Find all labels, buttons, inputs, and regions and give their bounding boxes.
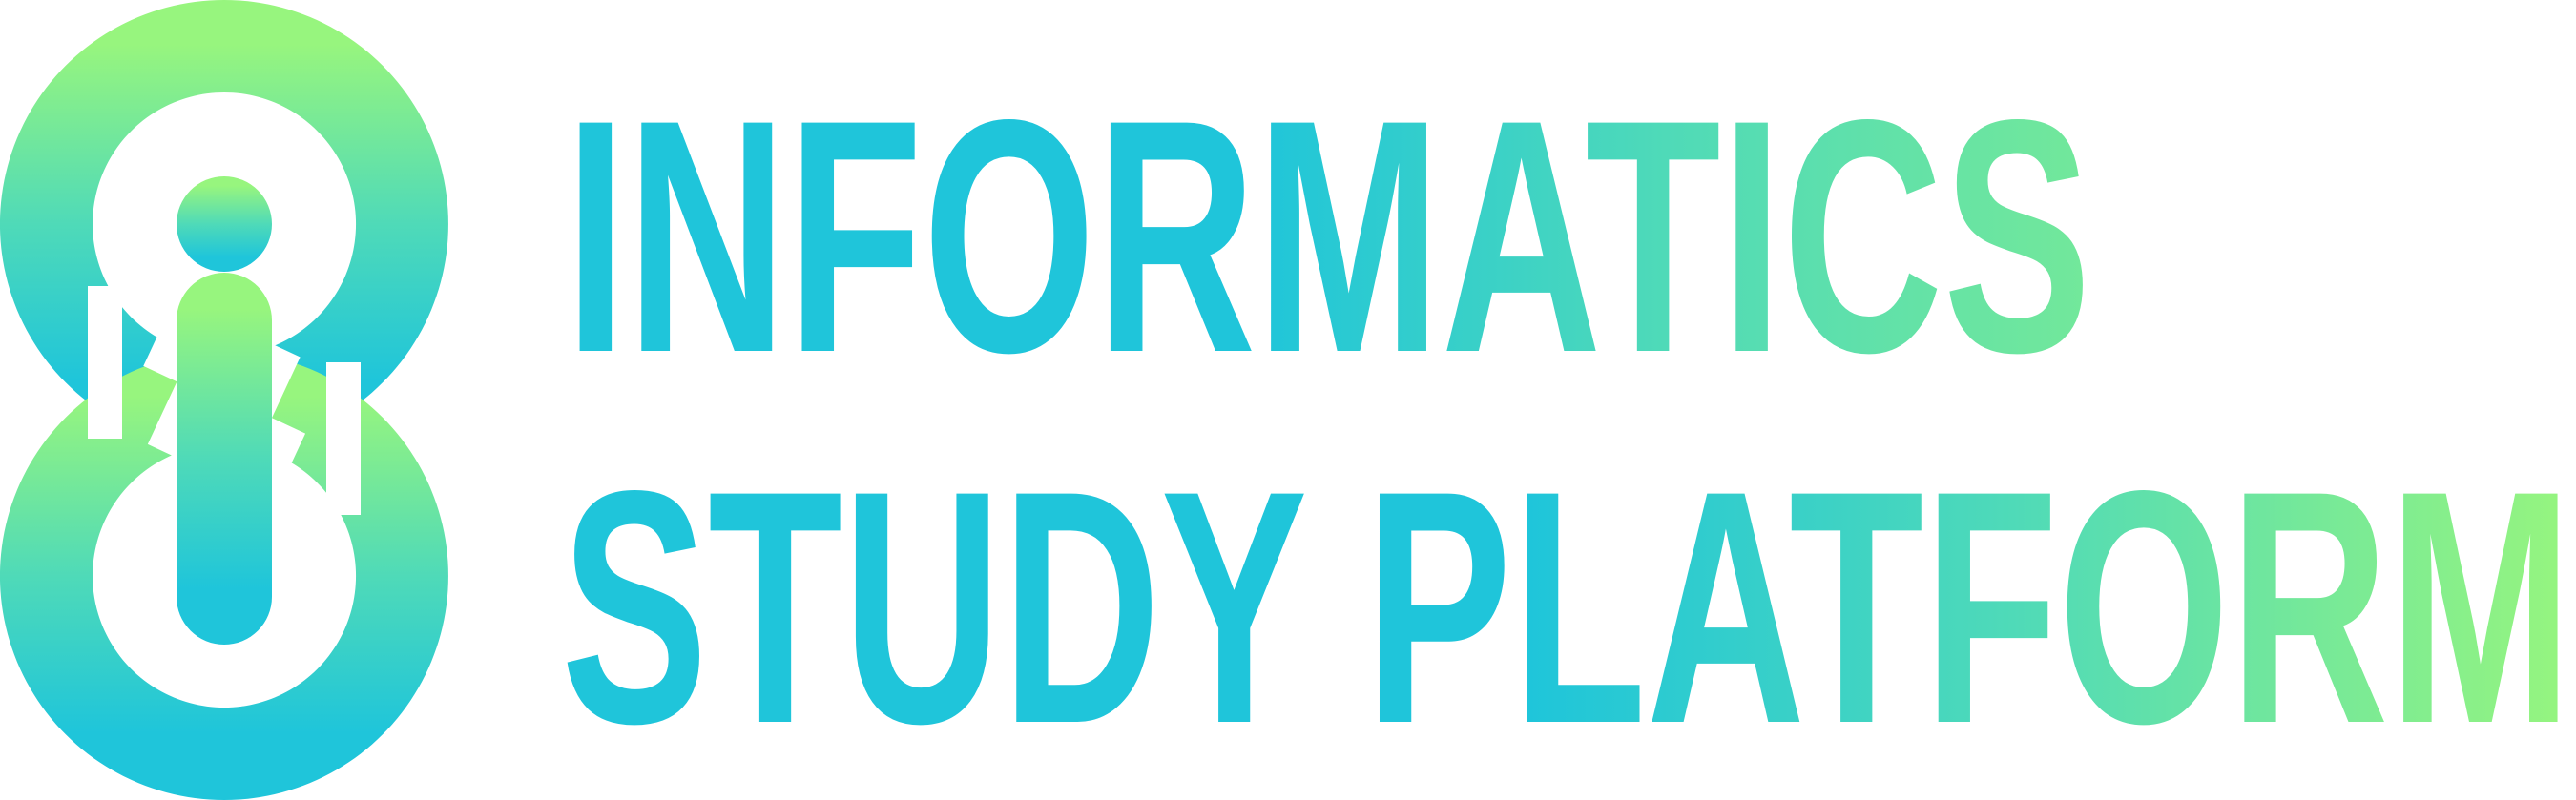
logo: INFORMATICS STUDY PLATFORM	[0, 0, 2576, 800]
wordmark-informatics: INFORMATICS	[565, 51, 2091, 389]
wordmark-line-2: STUDY PLATFORM	[0, 417, 2576, 760]
wordmark-study-platform: STUDY PLATFORM	[561, 421, 2572, 760]
wordmark-line-1: INFORMATICS	[0, 46, 2576, 389]
wordmark: INFORMATICS STUDY PLATFORM	[0, 0, 2576, 800]
